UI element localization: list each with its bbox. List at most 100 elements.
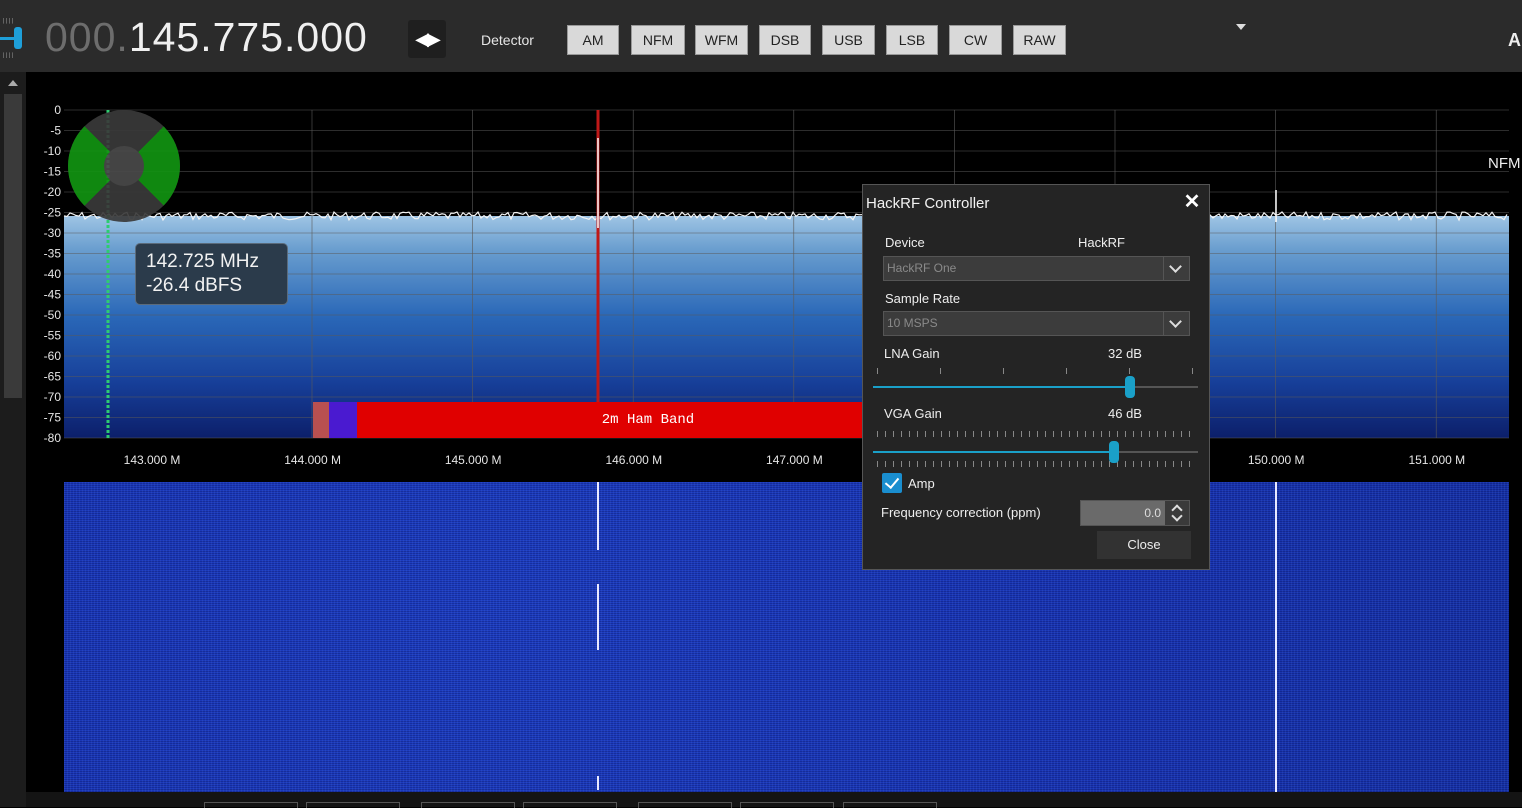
sidebar-scrollbar[interactable] bbox=[0, 72, 26, 807]
chevron-down-icon[interactable] bbox=[1163, 257, 1189, 280]
signal-meter bbox=[68, 110, 180, 222]
ppm-value: 0.0 bbox=[1144, 506, 1161, 520]
detector-label: Detector bbox=[481, 32, 534, 48]
device-select[interactable]: HackRF One bbox=[883, 256, 1190, 281]
mode-button-cw[interactable]: CW bbox=[949, 25, 1002, 55]
x-tick-label: 150.000 M bbox=[1248, 453, 1305, 467]
device-label: Device bbox=[885, 235, 925, 250]
ppm-label: Frequency correction (ppm) bbox=[881, 505, 1041, 520]
volume-track bbox=[0, 37, 14, 40]
y-tick-label: -35 bbox=[44, 247, 62, 261]
x-tick-label: 145.000 M bbox=[445, 453, 502, 467]
scrollbar-handle[interactable] bbox=[4, 94, 22, 398]
mode-button-usb[interactable]: USB bbox=[822, 25, 875, 55]
y-tick-label: -45 bbox=[44, 288, 62, 302]
slider-ticks bbox=[877, 461, 1195, 467]
waterfall-canvas[interactable] bbox=[64, 482, 1509, 792]
tooltip-level: -26.4 dBFS bbox=[146, 275, 243, 296]
slider-fill bbox=[873, 451, 1114, 453]
y-tick-label: -20 bbox=[44, 185, 62, 199]
band-label: 2m Ham Band bbox=[602, 412, 694, 428]
amp-checkbox[interactable] bbox=[882, 473, 902, 493]
mode-button-am[interactable]: AM bbox=[567, 25, 619, 55]
bottom-panel bbox=[26, 792, 1522, 808]
volume-slider[interactable] bbox=[0, 18, 28, 58]
waterfall-trace bbox=[597, 584, 599, 650]
chevron-down-icon[interactable] bbox=[1236, 24, 1246, 30]
band-plan-bar[interactable]: 2m Ham Band bbox=[313, 402, 910, 438]
y-tick-label: -5 bbox=[50, 124, 61, 138]
vga-gain-slider[interactable] bbox=[873, 431, 1198, 467]
spectrum-y-axis: 0 -5 -10 -15 -20 -25 -30 -35 -40 -45 -50 -55 -60 -65 -… bbox=[44, 103, 62, 445]
dialog-title: HackRF Controller bbox=[866, 195, 990, 212]
bottom-tab[interactable] bbox=[638, 802, 732, 808]
volume-thumb[interactable] bbox=[14, 27, 22, 49]
sample-rate-select[interactable]: 10 MSPS bbox=[883, 311, 1190, 336]
lna-gain-value: 32 dB bbox=[1108, 346, 1142, 361]
slider-ticks bbox=[877, 431, 1195, 437]
toolbar: 000.145.775.000 ◀▶ Detector AM NFM WFM D… bbox=[0, 0, 1522, 72]
close-icon[interactable]: ✕ bbox=[1181, 191, 1203, 213]
x-tick-label: 143.000 M bbox=[124, 453, 181, 467]
spectrum-x-axis: 143.000 M 144.000 M 145.000 M 146.000 M 147.… bbox=[124, 453, 1466, 467]
y-tick-label: -50 bbox=[44, 308, 62, 322]
mode-button-raw[interactable]: RAW bbox=[1013, 25, 1066, 55]
bottom-tab[interactable] bbox=[523, 802, 617, 808]
slider-thumb[interactable] bbox=[1124, 376, 1135, 398]
mode-button-wfm[interactable]: WFM bbox=[695, 25, 748, 55]
close-button[interactable]: Close bbox=[1097, 531, 1191, 559]
bottom-tab[interactable] bbox=[843, 802, 937, 808]
x-tick-label: 151.000 M bbox=[1408, 453, 1465, 467]
lna-gain-label: LNA Gain bbox=[884, 346, 940, 361]
bottom-tab[interactable] bbox=[204, 802, 298, 808]
waterfall-trace bbox=[597, 776, 599, 790]
vga-gain-label: VGA Gain bbox=[884, 406, 942, 421]
y-tick-label: -40 bbox=[44, 267, 62, 281]
y-tick-label: -25 bbox=[44, 206, 62, 220]
frequency-prefix: 000. bbox=[45, 14, 129, 60]
spin-arrows-icon[interactable] bbox=[1165, 501, 1189, 525]
mode-button-nfm[interactable]: NFM bbox=[631, 25, 685, 55]
meter-center bbox=[104, 146, 144, 186]
y-tick-label: -75 bbox=[44, 411, 62, 425]
y-tick-label: 0 bbox=[54, 103, 61, 117]
y-tick-label: -15 bbox=[44, 165, 62, 179]
device-select-value: HackRF One bbox=[887, 261, 957, 275]
y-tick-label: -55 bbox=[44, 329, 62, 343]
waterfall-trace bbox=[597, 482, 599, 550]
tooltip-frequency: 142.725 MHz bbox=[146, 251, 260, 272]
mode-button-dsb[interactable]: DSB bbox=[759, 25, 811, 55]
hackrf-controller-dialog: HackRF Controller ✕ Device HackRF HackRF… bbox=[862, 184, 1210, 570]
tuning-arrows-button[interactable]: ◀▶ bbox=[408, 20, 446, 58]
y-tick-label: -10 bbox=[44, 144, 62, 158]
mode-button-lsb[interactable]: LSB bbox=[886, 25, 938, 55]
frequency-value[interactable]: 145.775.000 bbox=[129, 14, 368, 60]
x-tick-label: 147.000 M bbox=[766, 453, 823, 467]
slider-ticks bbox=[877, 368, 1195, 374]
sample-rate-label: Sample Rate bbox=[885, 291, 961, 306]
lna-gain-slider[interactable] bbox=[873, 368, 1198, 402]
bottom-tab[interactable] bbox=[740, 802, 834, 808]
chevron-down-icon[interactable] bbox=[1163, 312, 1189, 335]
vga-gain-value: 46 dB bbox=[1108, 406, 1142, 421]
frequency-display[interactable]: 000.145.775.000 bbox=[45, 14, 368, 61]
ppm-spinbox[interactable]: 0.0 bbox=[1080, 500, 1190, 526]
amp-label: Amp bbox=[908, 476, 935, 491]
slider-fill bbox=[873, 386, 1130, 388]
mode-indicator: NFM bbox=[1488, 155, 1521, 172]
cursor-tooltip: 142.725 MHz -26.4 dBFS bbox=[135, 243, 288, 305]
x-tick-label: 144.000 M bbox=[284, 453, 341, 467]
sample-rate-value: 10 MSPS bbox=[887, 316, 938, 330]
scroll-up-icon[interactable] bbox=[8, 80, 18, 86]
bottom-tab[interactable] bbox=[306, 802, 400, 808]
waterfall-trace bbox=[1275, 482, 1277, 792]
bottom-tab[interactable] bbox=[421, 802, 515, 808]
y-tick-label: -80 bbox=[44, 431, 62, 445]
device-value-label: HackRF bbox=[1078, 235, 1125, 250]
y-tick-label: -70 bbox=[44, 390, 62, 404]
waterfall-panel[interactable] bbox=[26, 478, 1522, 792]
y-tick-label: -60 bbox=[44, 349, 62, 363]
y-tick-label: -65 bbox=[44, 370, 62, 384]
x-tick-label: 146.000 M bbox=[605, 453, 662, 467]
slider-thumb[interactable] bbox=[1108, 441, 1119, 463]
